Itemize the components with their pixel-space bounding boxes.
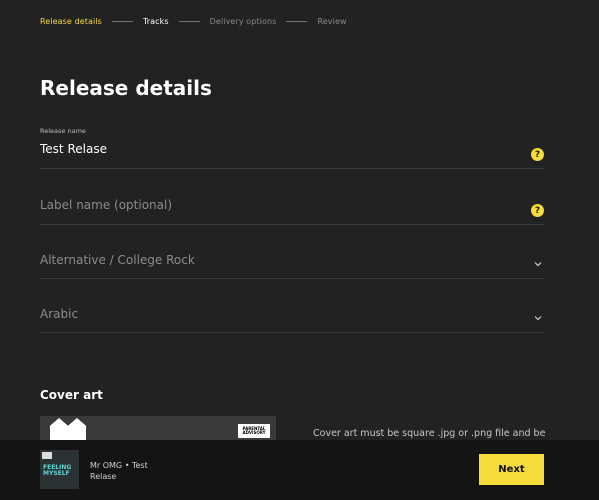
release-name-field[interactable]: Release name Test Relase ?	[40, 127, 544, 169]
cover-art-logo	[50, 418, 86, 440]
language-select[interactable]: Arabic	[40, 306, 544, 333]
release-name-label: Release name	[40, 127, 86, 135]
genre-value: Alternative / College Rock	[40, 253, 195, 267]
cover-art-heading: Cover art	[40, 388, 103, 402]
cover-art-image[interactable]: PARENTAL ADVISORY	[40, 416, 276, 440]
next-button[interactable]: Next	[479, 454, 544, 485]
bottom-bar: FEELING MYSELF Mr OMG • Test Relase Next	[0, 440, 599, 500]
page-title: Release details	[40, 76, 212, 100]
chevron-down-icon	[534, 316, 542, 321]
step-review[interactable]: Review	[317, 17, 346, 26]
release-summary: Mr OMG • Test Relase	[90, 460, 148, 482]
advisory-line-2: ADVISORY	[242, 430, 266, 435]
step-divider	[111, 21, 133, 22]
step-divider	[286, 21, 308, 22]
question-icon[interactable]: ?	[531, 148, 544, 161]
progress-stepper: Release details Tracks Delivery options …	[40, 17, 347, 26]
step-release-details[interactable]: Release details	[40, 17, 102, 26]
chevron-down-icon	[534, 262, 542, 267]
thumbnail-text: FEELING MYSELF	[43, 464, 72, 477]
release-thumbnail: FEELING MYSELF	[40, 450, 79, 489]
genre-select[interactable]: Alternative / College Rock	[40, 252, 544, 279]
release-details-page: Release details Tracks Delivery options …	[0, 0, 599, 500]
separator-dot: •	[124, 461, 130, 470]
step-tracks[interactable]: Tracks	[143, 17, 169, 26]
question-icon[interactable]: ?	[531, 204, 544, 217]
label-name-field[interactable]: Label name (optional) ?	[40, 196, 544, 225]
step-divider	[178, 21, 200, 22]
release-name-input[interactable]: Test Relase	[40, 142, 107, 156]
artist-name: Mr OMG	[90, 461, 123, 470]
label-name-input[interactable]: Label name (optional)	[40, 198, 172, 212]
release-title-continued: Relase	[90, 472, 117, 481]
parental-advisory-badge: PARENTAL ADVISORY	[238, 424, 270, 438]
cover-art-requirements: Cover art must be square .jpg or .png fi…	[313, 428, 546, 439]
release-title: Test	[131, 461, 148, 470]
language-value: Arabic	[40, 307, 79, 321]
thumbnail-logo	[42, 452, 52, 459]
step-delivery-options[interactable]: Delivery options	[210, 17, 277, 26]
